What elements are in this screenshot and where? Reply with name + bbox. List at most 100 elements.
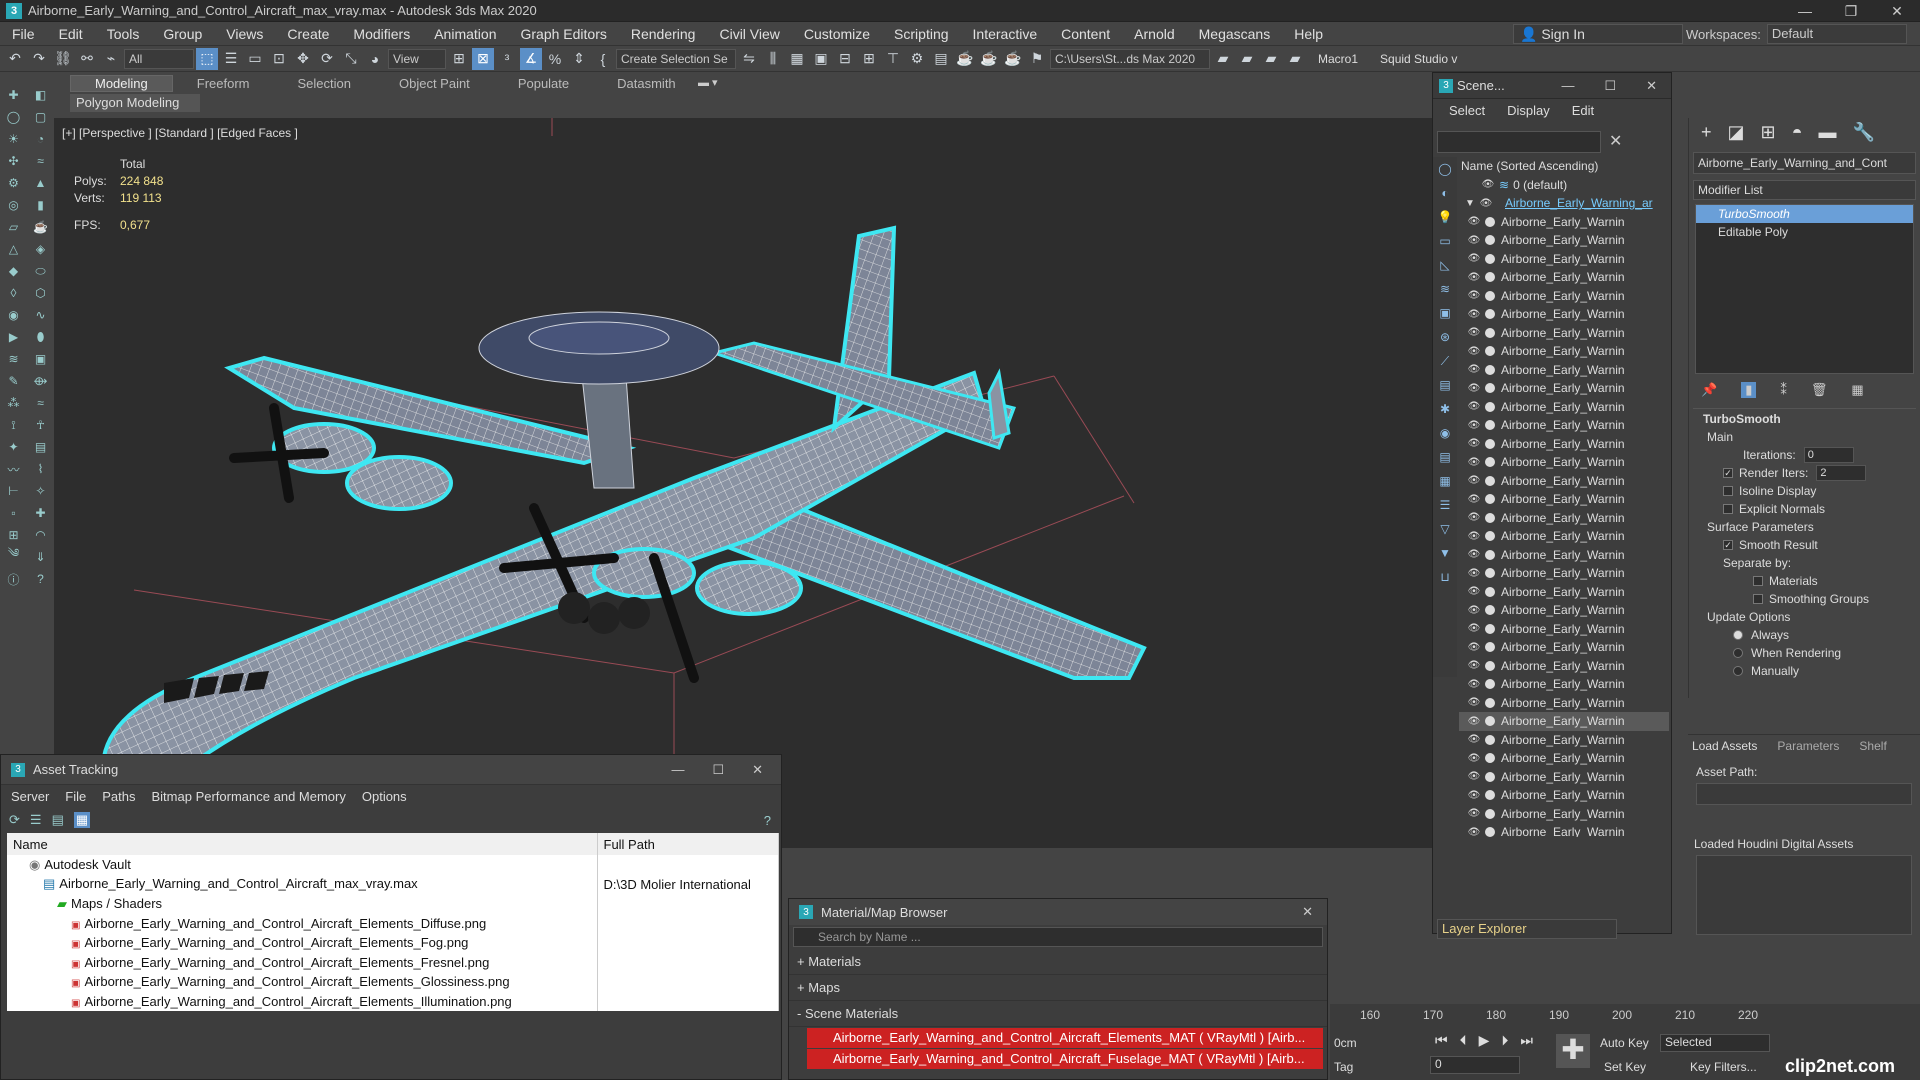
table-row[interactable]: ▣ Airborne_Early_Warning_and_Control_Airc… [7, 913, 779, 933]
render-icon[interactable] [1485, 790, 1495, 801]
filter-frozen-icon[interactable]: ◉ [1433, 421, 1457, 445]
visibility-icon[interactable]: 👁 [1467, 475, 1481, 486]
stack-item-turbosmooth[interactable]: TurboSmooth [1696, 205, 1913, 223]
window-crossing-icon[interactable]: ⊡ [268, 48, 290, 70]
select-object-icon[interactable]: ⬚ [196, 47, 218, 70]
scene-object-row[interactable]: 👁 Airborne_Early_Warnin [1459, 564, 1669, 583]
set-key-button[interactable]: Set Key [1604, 1060, 1646, 1074]
utilities-tab-icon[interactable]: 🔧 [1853, 122, 1875, 143]
explicit-normals-checkbox[interactable] [1723, 504, 1733, 514]
scene-object-row[interactable]: 👁 Airborne_Early_Warnin [1459, 453, 1669, 472]
ringwave-icon[interactable]: ◉ [0, 304, 27, 326]
section-scene-materials[interactable]: - Scene Materials [789, 1001, 1327, 1027]
filter-warps-icon[interactable]: ≋ [1433, 277, 1457, 301]
sign-in-button[interactable]: 👤 Sign In [1513, 24, 1683, 44]
render-icon[interactable] [1485, 531, 1495, 542]
visibility-icon[interactable]: 👁 [1467, 216, 1481, 227]
menu-item[interactable]: Group [151, 26, 214, 42]
schematic-icon[interactable]: ⊞ [858, 48, 880, 70]
scene-menu-item[interactable]: Select [1449, 103, 1485, 118]
scene-object-row[interactable]: 👁 Airborne_Early_Warnin [1459, 268, 1669, 287]
render-icon[interactable] [1485, 697, 1495, 708]
visibility-icon[interactable]: 👁 [1467, 697, 1481, 708]
section-materials[interactable]: + Materials [789, 949, 1327, 975]
particle-icon[interactable]: ⁂ [0, 392, 27, 414]
asset-menu-item[interactable]: File [65, 789, 86, 804]
visibility-icon[interactable]: 👁 [1467, 531, 1481, 542]
frame-input[interactable]: 0 [1430, 1056, 1520, 1074]
selection-filter-dropdown[interactable]: All [124, 48, 194, 69]
tab-shelf[interactable]: Shelf [1859, 739, 1886, 753]
filter-funnel-icon[interactable]: ▽ [1433, 517, 1457, 541]
render-icon[interactable] [1485, 494, 1495, 505]
menu-item[interactable]: Arnold [1122, 26, 1186, 42]
wind-icon[interactable]: ༄ [0, 546, 27, 568]
percent-snap-icon[interactable]: % [544, 48, 566, 70]
create-icon[interactable]: ✚ [0, 84, 27, 106]
clear-search-icon[interactable]: ✕ [1609, 131, 1622, 151]
layer-icon[interactable]: ▦ [786, 48, 808, 70]
configure-sets-icon[interactable]: ▦ [1851, 382, 1863, 398]
menu-item[interactable]: Animation [422, 26, 508, 42]
system-icon[interactable]: ⚙ [0, 172, 27, 194]
cloth-icon[interactable]: ▤ [27, 436, 54, 458]
isoline-checkbox[interactable] [1723, 486, 1733, 496]
render-icon[interactable] [1485, 272, 1495, 283]
menu-item[interactable]: Customize [792, 26, 882, 42]
scene-object-row[interactable]: 👁 Airborne_Early_Warnin [1459, 305, 1669, 324]
play-icon[interactable]: ▶ [1479, 1032, 1490, 1049]
visibility-icon[interactable]: 👁 [1467, 253, 1481, 264]
iterations-spinner[interactable]: 0 [1803, 447, 1854, 463]
render-icon[interactable] [1485, 401, 1495, 412]
key-filters-button[interactable]: Key Filters... [1690, 1060, 1757, 1074]
asset-menu-item[interactable]: Options [362, 789, 407, 804]
minimize-icon[interactable]: — [1561, 78, 1574, 94]
scene-object-row[interactable]: 👁 Airborne_Early_Warnin [1459, 361, 1669, 380]
render-icon[interactable] [1485, 623, 1495, 634]
scene-object-row[interactable]: 👁 Airborne_Early_Warnin [1459, 675, 1669, 694]
render-icon[interactable] [1485, 420, 1495, 431]
filter-particles-icon[interactable]: ✱ [1433, 397, 1457, 421]
restore-icon[interactable]: ❐ [1828, 0, 1874, 22]
scene-object-row[interactable]: 👁 Airborne_Early_Warnin [1459, 324, 1669, 343]
visibility-icon[interactable]: 👁 [1467, 420, 1481, 431]
render-iters-checkbox[interactable]: ✓ [1723, 468, 1733, 478]
region-select-icon[interactable]: ▭ [244, 48, 266, 70]
maximize-icon[interactable]: ☐ [712, 762, 724, 778]
visibility-icon[interactable]: 👁 [1467, 586, 1481, 597]
oiltank-icon[interactable]: ⬮ [27, 326, 54, 348]
render-icon[interactable] [1485, 827, 1495, 837]
modify-tab-icon[interactable]: ◪ [1728, 122, 1745, 143]
render-icon[interactable] [1485, 309, 1495, 320]
filter-lights-icon[interactable]: 💡 [1433, 205, 1457, 229]
visibility-icon[interactable]: 👁 [1481, 179, 1495, 190]
render-icon[interactable] [1485, 235, 1495, 246]
filter-funnel2-icon[interactable]: ▼ [1433, 541, 1457, 565]
filter-containers-icon[interactable]: ▤ [1433, 373, 1457, 397]
parent-object[interactable]: ▼ 👁 Airborne_Early_Warning_ar [1459, 194, 1669, 213]
visibility-icon[interactable]: 👁 [1467, 827, 1481, 837]
when-rendering-radio[interactable] [1733, 648, 1743, 658]
menu-item[interactable]: Edit [47, 26, 95, 42]
named-selection-icon[interactable]: { [592, 48, 614, 70]
angle-snap-icon[interactable]: ∡ [520, 47, 542, 70]
refresh-icon[interactable]: ⟳ [9, 812, 20, 828]
bucket-icon[interactable]: ⊔ [1433, 565, 1457, 589]
crowd-icon[interactable]: ✦ [0, 436, 27, 458]
maximize-icon[interactable]: ☐ [1604, 78, 1616, 94]
bone-icon[interactable]: ⟟ [0, 414, 27, 436]
table-row[interactable]: ▣ Airborne_Early_Warning_and_Control_Airc… [7, 991, 779, 1011]
move-icon[interactable]: ✥ [292, 48, 314, 70]
scale-icon[interactable]: ⤡ [340, 48, 362, 70]
visibility-icon[interactable]: 👁 [1467, 457, 1481, 468]
show-end-result-icon[interactable]: ▮ [1741, 382, 1757, 398]
visibility-icon[interactable]: 👁 [1467, 660, 1481, 671]
visibility-icon[interactable]: 👁 [1467, 272, 1481, 283]
layer-default[interactable]: 👁 ≋ 0 (default) [1459, 176, 1669, 195]
ribbon-tab[interactable]: Selection [274, 76, 375, 91]
menu-item[interactable]: Content [1049, 26, 1122, 42]
menu-item[interactable]: Interactive [961, 26, 1050, 42]
scene-object-row[interactable]: 👁 Airborne_Early_Warnin [1459, 694, 1669, 713]
compass-icon[interactable]: ✧ [27, 480, 54, 502]
render-icon[interactable] [1485, 660, 1495, 671]
